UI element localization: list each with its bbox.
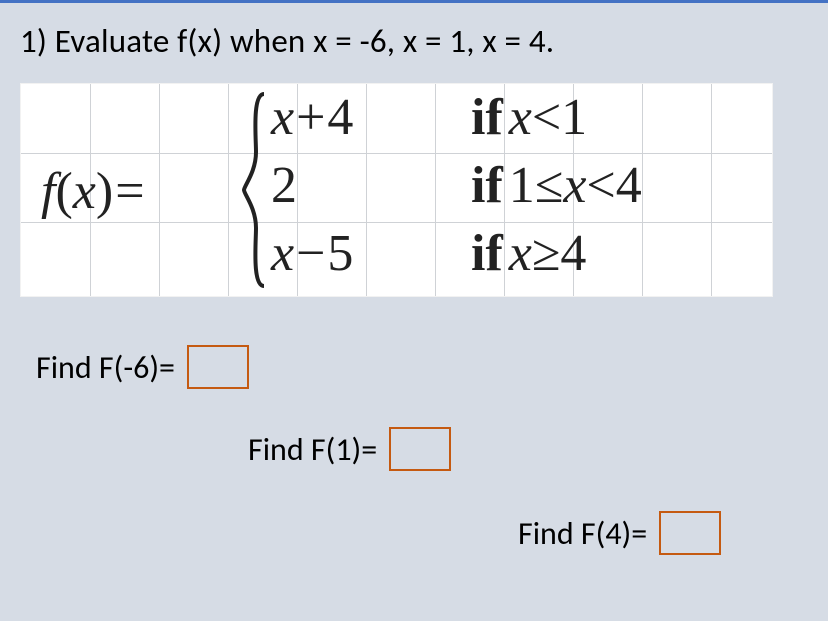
answer-row-2: Find F(1)= [248,427,451,471]
answer-label-3: Find F(4)= [518,514,647,553]
piece-expr-3: x−5 [271,224,461,283]
left-brace [242,92,268,288]
question-prompt: 1) Evaluate f(x) when x = -6, x = 1, x =… [20,21,808,61]
answer-row-1: Find F(-6)= [36,345,249,389]
answer-label-1: Find F(-6)= [36,348,175,387]
piece-cond-2: if1≤x<4 [471,156,642,215]
piece-expr-1: x+4 [271,88,461,147]
answer-row-3: Find F(4)= [518,511,721,555]
piece-expr-2: 2 [271,156,461,215]
piece-cond-1: ifx<1 [471,88,587,147]
answer-input-2[interactable] [389,427,451,471]
answer-label-2: Find F(1)= [248,430,377,469]
answer-input-3[interactable] [659,511,721,555]
piecewise-function-image: f(x)= x+4 ifx<1 2 if1≤x<4 x−5 ifx≥4 [20,83,773,297]
function-lhs: f(x)= [41,162,151,221]
piece-cond-3: ifx≥4 [471,224,586,283]
answer-input-1[interactable] [187,345,249,389]
